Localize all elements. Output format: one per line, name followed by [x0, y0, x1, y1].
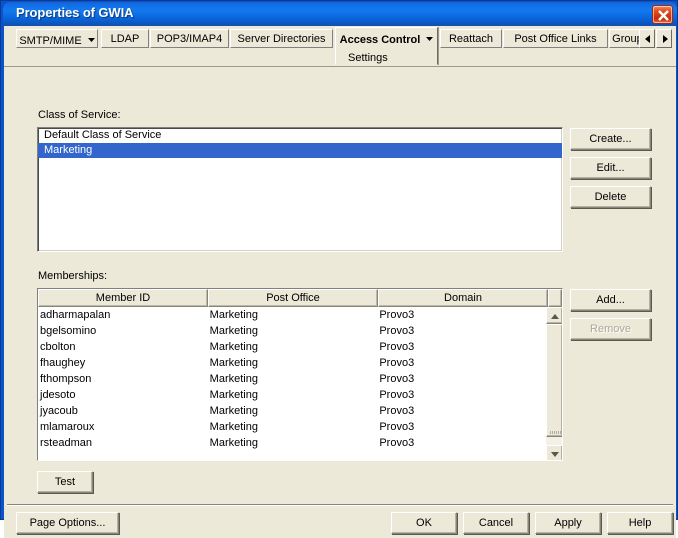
table-cell-member-id: mlamaroux [38, 419, 208, 435]
tab-access-control-label: Access Control [340, 34, 421, 46]
memberships-label: Memberships: [38, 270, 107, 282]
table-cell-post-office: Marketing [208, 387, 378, 403]
table-row[interactable]: cboltonMarketingProvo3 [38, 339, 547, 355]
memberships-grid[interactable]: Member ID Post Office Domain adharmapala… [37, 288, 563, 461]
close-x-glyph [656, 8, 671, 23]
table-cell-post-office: Marketing [208, 323, 378, 339]
table-row[interactable]: fthompsonMarketingProvo3 [38, 371, 547, 387]
apply-button[interactable]: Apply [535, 512, 601, 534]
table-cell-domain: Provo3 [377, 307, 547, 323]
scrollbar-grip [550, 431, 561, 434]
memberships-rows: adharmapalanMarketingProvo3bgelsominoMar… [38, 307, 547, 461]
triangle-right-icon[interactable] [656, 29, 672, 48]
tab-server-directories[interactable]: Server Directories [230, 29, 333, 48]
tab-strip: SMTP/MIME LDAP POP3/IMAP4 Server Directo… [4, 26, 676, 71]
table-row[interactable]: bgelsominoMarketingProvo3 [38, 323, 547, 339]
tab-pop3-imap4-label: POP3/IMAP4 [151, 30, 228, 48]
ok-button[interactable]: OK [391, 512, 457, 534]
triangle-down-icon[interactable] [546, 445, 563, 461]
class-of-service-label: Class of Service: [38, 109, 121, 121]
table-cell-domain: Provo3 [377, 371, 547, 387]
table-cell-domain: Provo3 [377, 323, 547, 339]
scrollbar-track[interactable] [546, 324, 563, 445]
table-cell-post-office: Marketing [208, 435, 378, 451]
remove-button: Remove [570, 318, 651, 340]
dialog-footer: Page Options... OK Cancel Apply Help [4, 506, 676, 538]
add-button[interactable]: Add... [570, 289, 651, 311]
table-cell-member-id: fthompson [38, 371, 208, 387]
triangle-up-icon[interactable] [546, 307, 563, 324]
tab-ldap-label: LDAP [102, 30, 148, 48]
table-cell-post-office: Marketing [208, 371, 378, 387]
table-cell-domain: Provo3 [377, 403, 547, 419]
table-cell-domain: Provo3 [377, 435, 547, 451]
tab-smtp-mime[interactable]: SMTP/MIME [16, 29, 98, 48]
table-row[interactable]: jyacoubMarketingProvo3 [38, 403, 547, 419]
class-of-service-list[interactable]: Default Class of Service Marketing [37, 127, 563, 252]
page-options-button[interactable]: Page Options... [16, 512, 119, 534]
table-cell-post-office: Marketing [208, 419, 378, 435]
tab-access-control[interactable]: Access Control Settings [335, 27, 438, 65]
chevron-down-icon [426, 28, 433, 48]
list-item[interactable]: Marketing [38, 143, 562, 158]
memberships-header-row: Member ID Post Office Domain [38, 289, 562, 307]
table-cell-post-office: Marketing [208, 307, 378, 323]
tab-scroll-buttons [639, 29, 672, 48]
access-control-settings-page: Class of Service: Default Class of Servi… [4, 67, 676, 503]
dialog-client-area: SMTP/MIME LDAP POP3/IMAP4 Server Directo… [4, 26, 676, 518]
tab-pop3-imap4[interactable]: POP3/IMAP4 [150, 29, 229, 48]
edit-button[interactable]: Edit... [570, 157, 651, 179]
table-row[interactable]: adharmapalanMarketingProvo3 [38, 307, 547, 323]
create-button[interactable]: Create... [570, 128, 651, 150]
table-row[interactable]: jdesotoMarketingProvo3 [38, 387, 547, 403]
memberships-scrollbar[interactable] [545, 307, 562, 461]
cancel-button[interactable]: Cancel [463, 512, 529, 534]
help-button[interactable]: Help [607, 512, 673, 534]
table-cell-member-id: adharmapalan [38, 307, 208, 323]
tab-access-control-sublabel: Settings [336, 50, 437, 65]
table-cell-member-id: jdesoto [38, 387, 208, 403]
table-cell-member-id: cbolton [38, 339, 208, 355]
tab-reattach[interactable]: Reattach [440, 29, 502, 48]
table-cell-post-office: Marketing [208, 339, 378, 355]
test-button[interactable]: Test [37, 471, 93, 493]
column-header-member-id[interactable]: Member ID [38, 289, 208, 307]
table-cell-member-id: rsteadman [38, 435, 208, 451]
tab-post-office-links[interactable]: Post Office Links [503, 29, 608, 48]
properties-dialog-window: Properties of GWIA SMTP/MIME LDAP POP3/I… [0, 0, 678, 520]
table-cell-post-office: Marketing [208, 403, 378, 419]
scrollbar-thumb[interactable] [546, 324, 563, 437]
tab-server-directories-label: Server Directories [231, 30, 332, 48]
chevron-down-icon [88, 30, 95, 48]
table-cell-domain: Provo3 [377, 419, 547, 435]
table-row[interactable]: rsteadmanMarketingProvo3 [38, 435, 547, 451]
table-cell-domain: Provo3 [377, 339, 547, 355]
column-header-post-office[interactable]: Post Office [208, 289, 378, 307]
tab-smtp-mime-label: SMTP/MIME [19, 35, 81, 47]
column-header-filler [548, 289, 562, 307]
tab-post-office-links-label: Post Office Links [504, 30, 607, 48]
window-title: Properties of GWIA [16, 5, 133, 20]
table-row[interactable]: mlamarouxMarketingProvo3 [38, 419, 547, 435]
tab-reattach-label: Reattach [441, 30, 501, 48]
title-bar[interactable]: Properties of GWIA [3, 2, 677, 26]
table-cell-member-id: bgelsomino [38, 323, 208, 339]
table-cell-domain: Provo3 [377, 355, 547, 371]
list-item[interactable]: Default Class of Service [38, 128, 562, 143]
table-cell-member-id: jyacoub [38, 403, 208, 419]
triangle-left-icon[interactable] [639, 29, 655, 48]
table-cell-post-office: Marketing [208, 355, 378, 371]
column-header-domain[interactable]: Domain [378, 289, 548, 307]
table-cell-domain: Provo3 [377, 387, 547, 403]
close-icon[interactable] [652, 5, 673, 24]
tab-ldap[interactable]: LDAP [101, 29, 149, 48]
delete-button[interactable]: Delete [570, 186, 651, 208]
table-row[interactable]: fhaugheyMarketingProvo3 [38, 355, 547, 371]
table-cell-member-id: fhaughey [38, 355, 208, 371]
